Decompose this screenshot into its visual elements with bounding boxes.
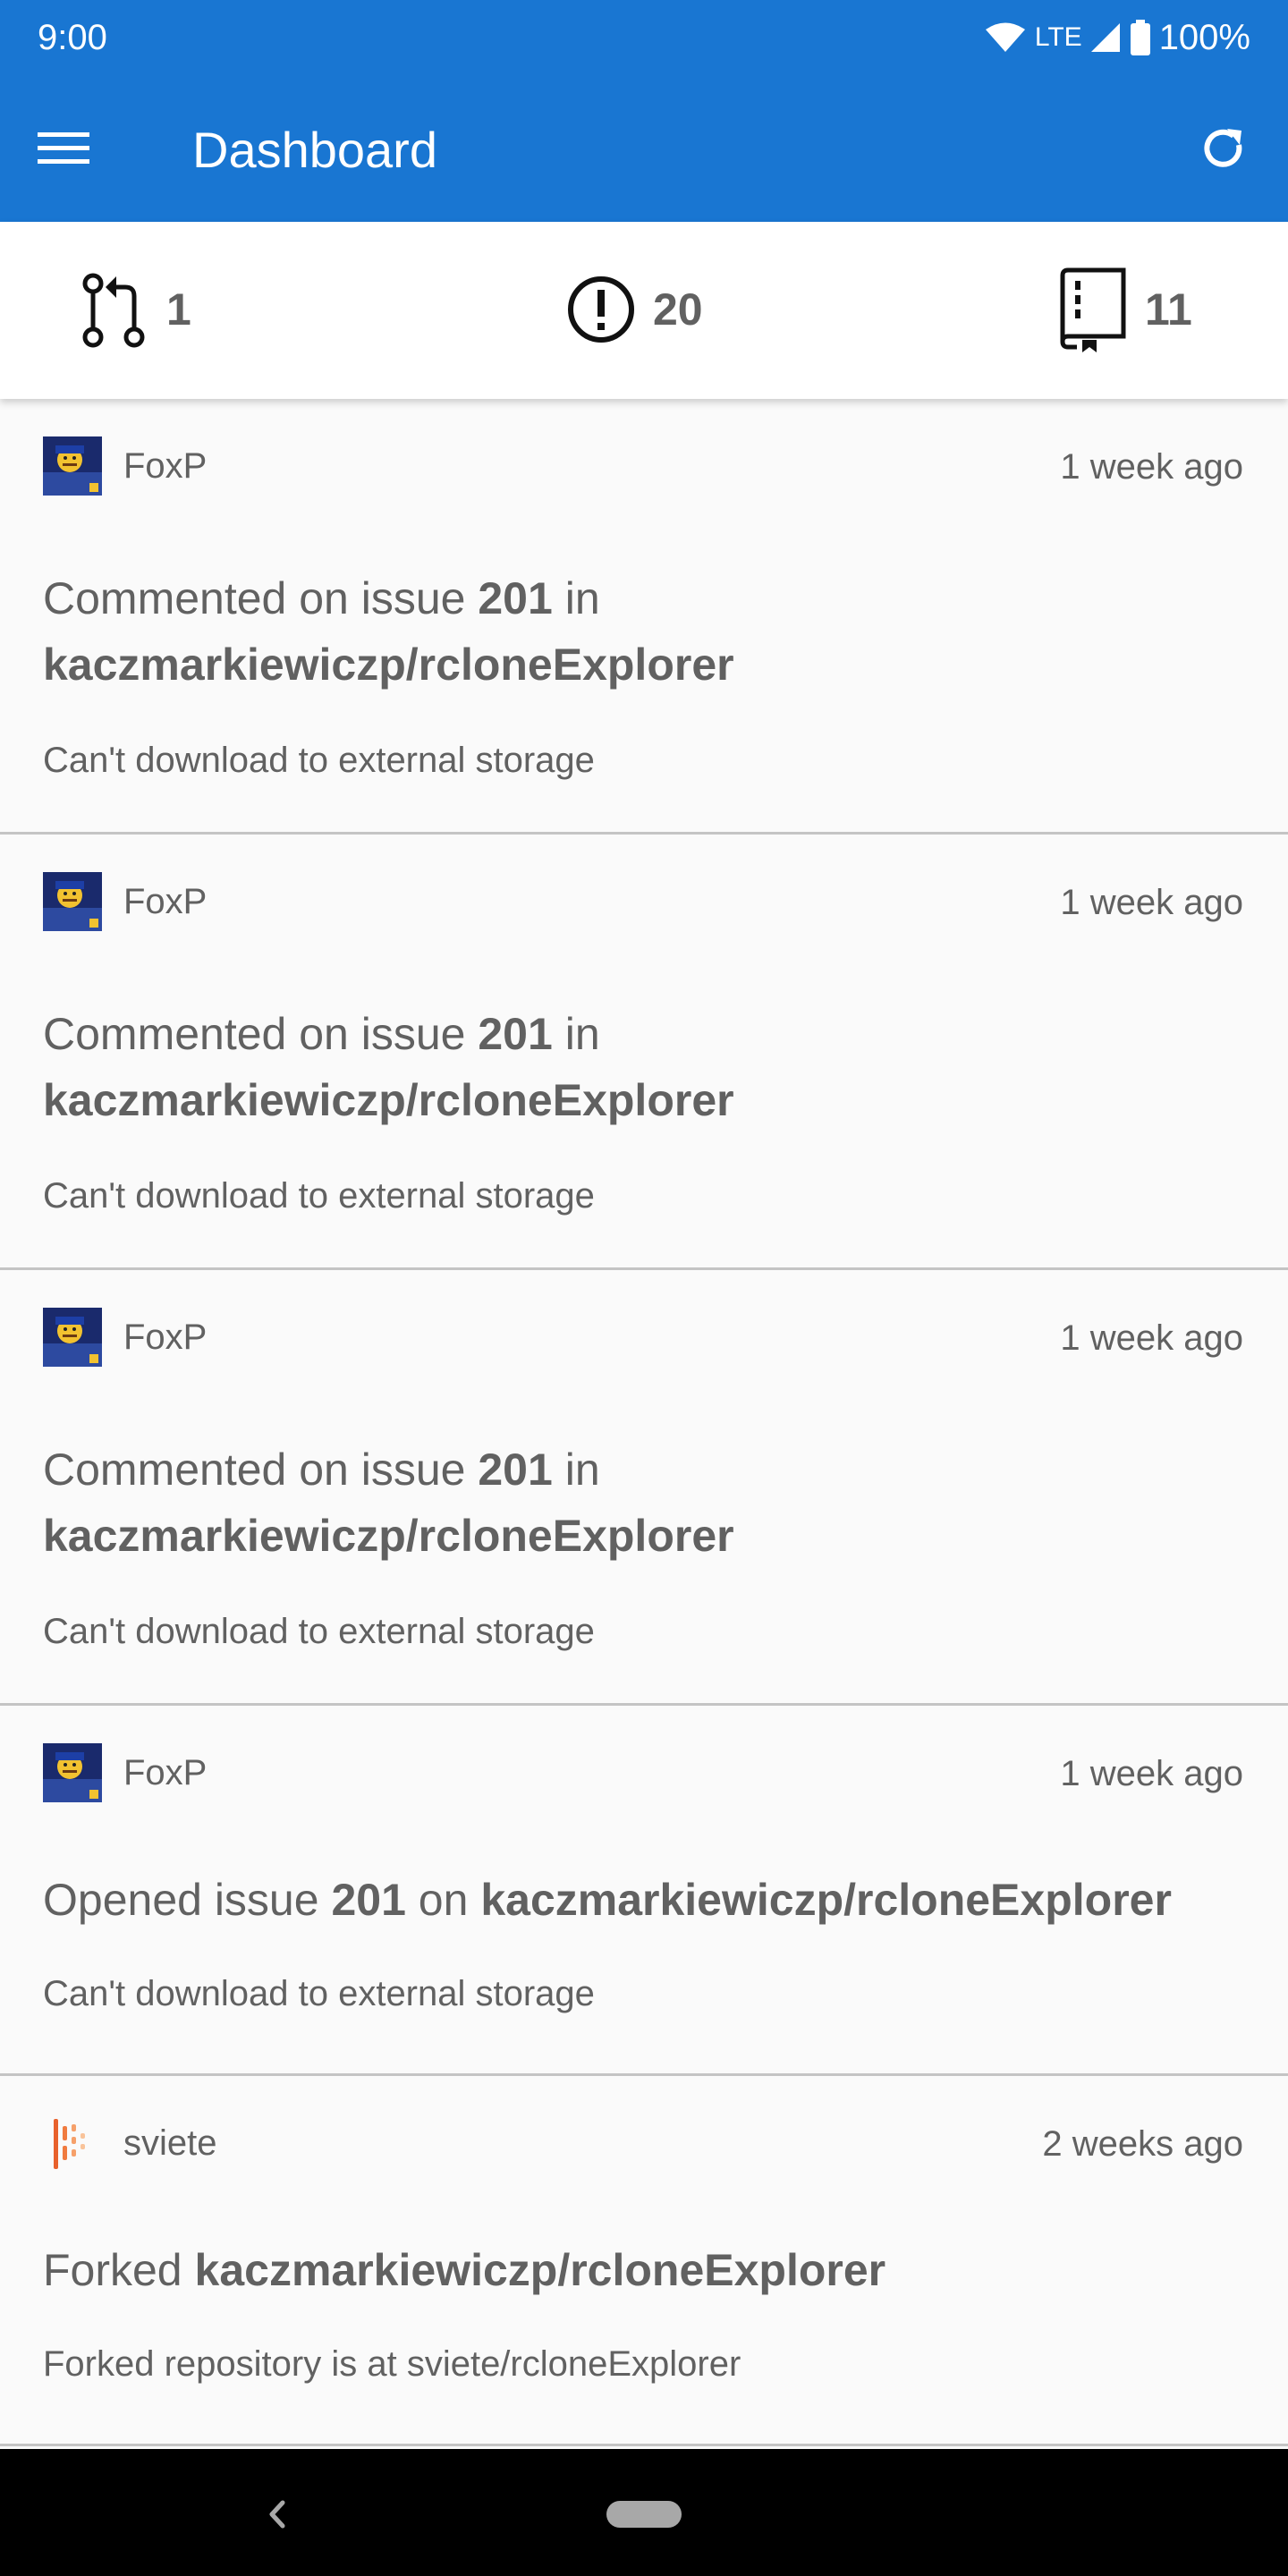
page-title: Dashboard bbox=[192, 122, 437, 178]
activity-connector: in bbox=[564, 1009, 600, 1059]
repositories-stat[interactable]: 11 bbox=[1057, 265, 1192, 354]
user-name[interactable]: FoxP bbox=[123, 880, 207, 923]
feed-item-header: FoxP bbox=[43, 1743, 207, 1802]
activity-description: Forked repository is at sviete/rcloneExp… bbox=[43, 2344, 741, 2384]
feed-item-header: sviete bbox=[43, 2114, 217, 2173]
stats-bar: 1 20 11 bbox=[0, 222, 1288, 399]
timestamp: 2 weeks ago bbox=[1042, 2124, 1243, 2164]
issue-number[interactable]: 201 bbox=[331, 1875, 405, 1925]
feed-item[interactable]: FoxP 1 week ago Commented on issue 201 i… bbox=[0, 835, 1288, 1270]
activity-text: Commented on issue 201 in kaczmarkiewicz… bbox=[43, 565, 1250, 698]
battery-level: 100% bbox=[1158, 18, 1250, 57]
status-indicators: LTE 100% bbox=[985, 14, 1250, 61]
timestamp: 1 week ago bbox=[1060, 883, 1243, 922]
app-toolbar: Dashboard bbox=[0, 75, 1288, 222]
feed-item[interactable]: FoxP 1 week ago Opened issue 201 on kacz… bbox=[0, 1706, 1288, 2076]
refresh-icon bbox=[1204, 129, 1242, 167]
feed-item[interactable]: FoxP 1 week ago Commented on issue 201 i… bbox=[0, 399, 1288, 835]
activity-text: Commented on issue 201 in kaczmarkiewicz… bbox=[43, 1436, 1250, 1569]
user-name[interactable]: FoxP bbox=[123, 1751, 207, 1794]
issue-number[interactable]: 201 bbox=[478, 1445, 552, 1495]
menu-button[interactable] bbox=[29, 113, 100, 184]
pull-requests-count: 1 bbox=[166, 284, 191, 335]
timestamp: 1 week ago bbox=[1060, 1318, 1243, 1358]
issue-number[interactable]: 201 bbox=[478, 1009, 552, 1059]
pull-requests-stat[interactable]: 1 bbox=[79, 265, 191, 354]
issue-icon bbox=[568, 276, 634, 343]
avatar[interactable] bbox=[43, 436, 102, 496]
feed-item[interactable]: FoxP 1 week ago Commented on issue 201 i… bbox=[0, 1270, 1288, 1706]
activity-text: Forked kaczmarkiewiczp/rcloneExplorer bbox=[43, 2237, 1250, 2303]
activity-connector: in bbox=[564, 573, 600, 623]
avatar[interactable] bbox=[43, 2114, 102, 2173]
activity-feed: FoxP 1 week ago Commented on issue 201 i… bbox=[0, 399, 1288, 2446]
activity-description: Can't download to external storage bbox=[43, 1176, 595, 1216]
back-icon[interactable] bbox=[259, 2492, 295, 2537]
pull-request-icon bbox=[82, 273, 145, 348]
network-type: LTE bbox=[1034, 22, 1082, 52]
feed-item-header: FoxP bbox=[43, 872, 207, 931]
feed-item[interactable]: sviete 2 weeks ago Forked kaczmarkiewicz… bbox=[0, 2076, 1288, 2446]
feed-item-header: FoxP bbox=[43, 436, 207, 496]
activity-verb: Commented on issue bbox=[43, 1445, 466, 1495]
status-bar: 9:00 LTE 100% bbox=[0, 0, 1288, 75]
status-time: 9:00 bbox=[38, 18, 107, 57]
activity-connector: in bbox=[564, 1445, 600, 1495]
activity-description: Can't download to external storage bbox=[43, 1974, 595, 2013]
activity-description: Can't download to external storage bbox=[43, 741, 595, 780]
activity-text: Commented on issue 201 in kaczmarkiewicz… bbox=[43, 1001, 1250, 1133]
avatar[interactable] bbox=[43, 872, 102, 931]
activity-verb: Opened issue bbox=[43, 1875, 319, 1925]
user-name[interactable]: sviete bbox=[123, 2122, 217, 2165]
signal-icon bbox=[1090, 23, 1120, 52]
system-nav-bar bbox=[0, 2449, 1288, 2576]
issues-count: 20 bbox=[653, 284, 703, 335]
issue-number[interactable]: 201 bbox=[478, 573, 552, 623]
activity-verb: Commented on issue bbox=[43, 573, 466, 623]
hamburger-menu-icon bbox=[38, 132, 89, 164]
issues-stat[interactable]: 20 bbox=[565, 265, 703, 354]
activity-text: Opened issue 201 on kaczmarkiewiczp/rclo… bbox=[43, 1867, 1250, 1933]
timestamp: 1 week ago bbox=[1060, 1754, 1243, 1793]
user-name[interactable]: FoxP bbox=[123, 445, 207, 487]
refresh-button[interactable] bbox=[1188, 113, 1259, 184]
repo-name[interactable]: kaczmarkiewiczp/rcloneExplorer bbox=[480, 1875, 1172, 1925]
activity-description: Can't download to external storage bbox=[43, 1612, 595, 1651]
avatar[interactable] bbox=[43, 1308, 102, 1367]
activity-verb: Forked bbox=[43, 2245, 182, 2295]
repositories-count: 11 bbox=[1145, 284, 1192, 335]
repo-name[interactable]: kaczmarkiewiczp/rcloneExplorer bbox=[43, 1511, 734, 1561]
timestamp: 1 week ago bbox=[1060, 447, 1243, 487]
feed-item-header: FoxP bbox=[43, 1308, 207, 1367]
repo-name[interactable]: kaczmarkiewiczp/rcloneExplorer bbox=[43, 1075, 734, 1125]
activity-connector: on bbox=[418, 1875, 469, 1925]
avatar[interactable] bbox=[43, 1743, 102, 1802]
battery-icon bbox=[1130, 20, 1150, 55]
repository-icon bbox=[1060, 267, 1126, 352]
repo-name[interactable]: kaczmarkiewiczp/rcloneExplorer bbox=[195, 2245, 886, 2295]
wifi-icon bbox=[985, 22, 1025, 52]
repo-name[interactable]: kaczmarkiewiczp/rcloneExplorer bbox=[43, 640, 734, 690]
activity-verb: Commented on issue bbox=[43, 1009, 466, 1059]
user-name[interactable]: FoxP bbox=[123, 1316, 207, 1359]
home-pill-button[interactable] bbox=[606, 2501, 682, 2528]
